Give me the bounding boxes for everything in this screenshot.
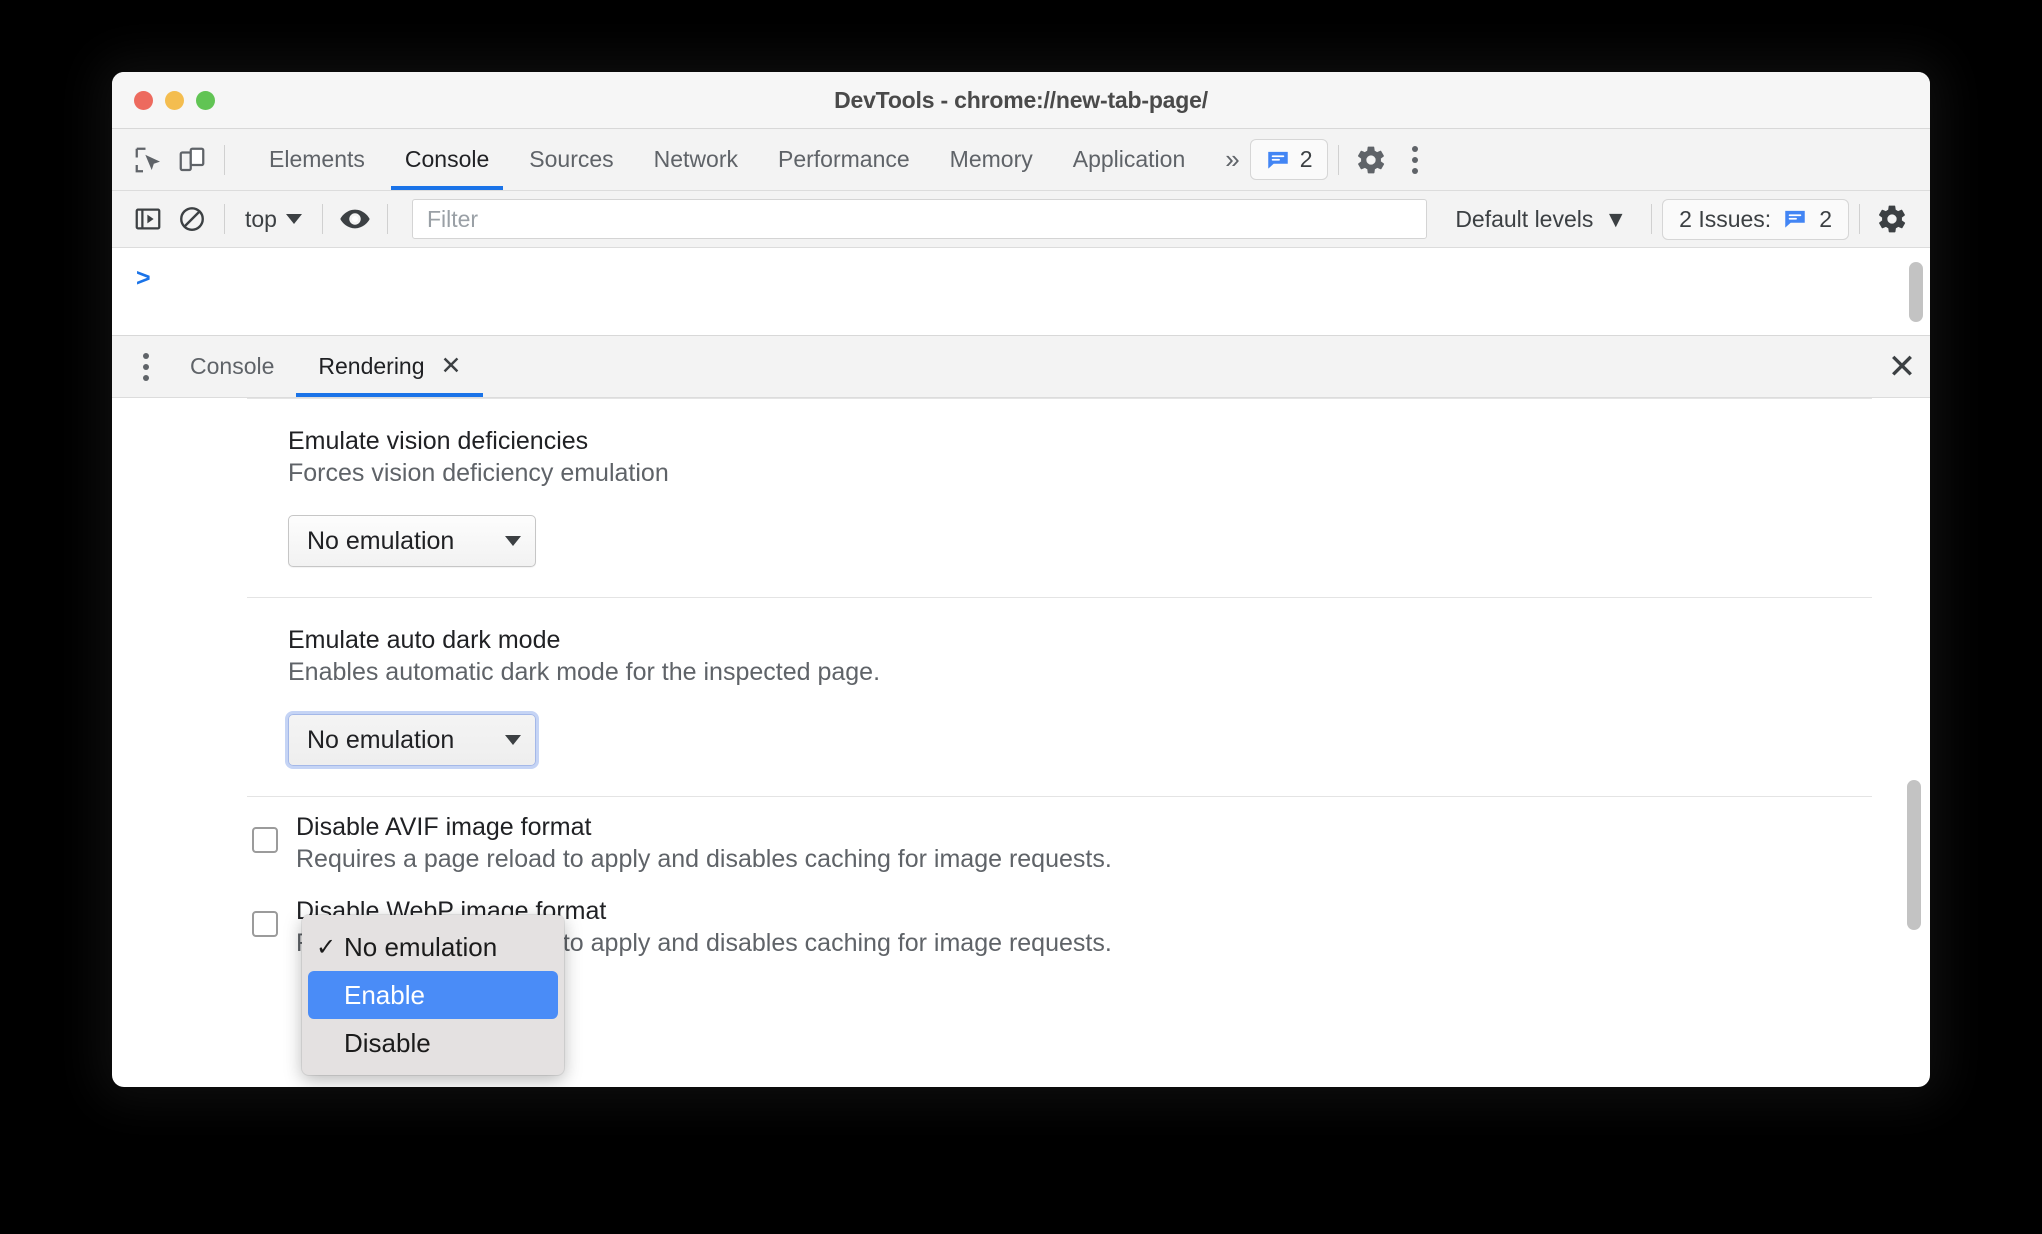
tab-label: Memory — [949, 146, 1033, 172]
tab-console[interactable]: Console — [385, 129, 509, 190]
setting-disable-avif-image-format[interactable]: Disable AVIF image format Requires a pag… — [112, 797, 1930, 875]
chevron-down-icon — [285, 214, 302, 224]
chevron-down-icon — [505, 536, 521, 546]
tab-memory[interactable]: Memory — [930, 129, 1053, 190]
setting-title: Emulate auto dark mode — [288, 626, 561, 654]
chevron-down-icon: ▼ — [1604, 205, 1628, 232]
tab-elements[interactable]: Elements — [249, 129, 385, 190]
select-value: No emulation — [307, 725, 455, 754]
drawer-tabbar: Console Rendering ✕ ✕ — [112, 336, 1930, 398]
tab-performance[interactable]: Performance — [758, 129, 930, 190]
menu-item-label: No emulation — [344, 931, 498, 962]
device-toolbar-icon[interactable] — [170, 138, 214, 182]
inspect-element-icon[interactable] — [126, 138, 170, 182]
window-title: DevTools - chrome://new-tab-page/ — [834, 86, 1208, 113]
chevron-down-icon — [505, 735, 521, 745]
drawer-tab-console[interactable]: Console — [168, 336, 296, 397]
devtools-main-tabbar: Elements Console Sources Network Perform… — [112, 129, 1930, 191]
auto-dark-mode-dropdown-menu[interactable]: ✓ No emulation Enable Disable — [302, 915, 564, 1075]
issues-badge-count: 2 — [1299, 146, 1313, 172]
close-drawer-button[interactable]: ✕ — [1874, 350, 1930, 384]
check-icon: ✓ — [316, 933, 337, 961]
console-toolbar: top Filter Default levels ▼ 2 Issues: 2 — [112, 191, 1930, 248]
console-prompt-icon: > — [136, 264, 151, 292]
setting-title: Emulate vision deficiencies — [288, 427, 589, 455]
tab-label: Performance — [778, 146, 910, 172]
issues-message-icon — [1267, 151, 1288, 169]
console-toolbar-divider-1 — [224, 204, 225, 234]
kebab-menu-icon[interactable] — [124, 352, 168, 381]
log-level-selector[interactable]: Default levels ▼ — [1441, 206, 1641, 233]
menu-item-no-emulation[interactable]: ✓ No emulation — [308, 923, 558, 971]
panel-tabs: Elements Console Sources Network Perform… — [249, 129, 1205, 190]
log-level-label: Default levels — [1455, 205, 1594, 232]
kebab-menu-icon[interactable] — [1393, 145, 1437, 174]
rendering-scrollbar-thumb[interactable] — [1907, 780, 1921, 930]
issues-message-icon — [1785, 210, 1805, 228]
tab-label: Application — [1072, 146, 1186, 172]
close-icon[interactable]: ✕ — [441, 354, 462, 379]
setting-description: Enables automatic dark mode for the insp… — [288, 658, 881, 686]
more-tabs-chevron-icon[interactable]: » — [1205, 144, 1249, 175]
tab-application[interactable]: Application — [1053, 129, 1206, 190]
setting-emulate-auto-dark-mode: Emulate auto dark mode Enables automatic… — [112, 598, 1930, 796]
eye-icon[interactable] — [333, 197, 377, 241]
console-toolbar-divider-4 — [1651, 204, 1653, 234]
menu-item-label: Disable — [344, 1027, 431, 1058]
tab-label: Elements — [269, 146, 365, 172]
menu-item-label: Enable — [344, 979, 425, 1010]
checkbox[interactable] — [252, 911, 278, 937]
drawer-tab-rendering[interactable]: Rendering ✕ — [296, 336, 484, 397]
tab-sources[interactable]: Sources — [509, 129, 633, 190]
drawer-tab-label: Rendering — [318, 353, 425, 379]
tab-network[interactable]: Network — [634, 129, 758, 190]
window-titlebar: DevTools - chrome://new-tab-page/ — [112, 72, 1930, 129]
toolbar-divider-2 — [1337, 144, 1339, 175]
console-sidebar-icon[interactable] — [126, 197, 170, 241]
execution-context-selector[interactable]: top — [235, 206, 312, 233]
setting-emulate-vision-deficiencies: Emulate vision deficiencies Forces visio… — [112, 399, 1930, 597]
console-output-area[interactable]: > — [112, 248, 1930, 336]
issues-badge-button[interactable]: 2 — [1249, 139, 1328, 180]
auto-dark-mode-select[interactable]: No emulation — [288, 714, 536, 766]
close-icon: ✕ — [1887, 347, 1917, 386]
clear-console-icon[interactable] — [170, 197, 214, 241]
devtools-window: DevTools - chrome://new-tab-page/ Elemen… — [112, 72, 1930, 1087]
issues-counter-count: 2 — [1819, 205, 1832, 232]
gear-icon[interactable] — [1349, 138, 1393, 182]
console-toolbar-divider-2 — [321, 204, 323, 234]
execution-context-value: top — [245, 205, 277, 232]
drawer-tab-label: Console — [190, 353, 275, 379]
select-value: No emulation — [307, 526, 455, 555]
console-toolbar-divider-5 — [1859, 204, 1860, 234]
rendering-scrollbar-track[interactable] — [1907, 410, 1921, 1048]
menu-item-enable[interactable]: Enable — [308, 971, 558, 1019]
gear-icon[interactable] — [1870, 197, 1914, 241]
console-scrollbar-thumb[interactable] — [1909, 262, 1923, 322]
tab-label: Console — [404, 146, 490, 172]
vision-deficiency-select[interactable]: No emulation — [288, 515, 536, 567]
setting-title: Disable AVIF image format — [296, 813, 592, 841]
console-filter-placeholder: Filter — [426, 205, 479, 232]
console-toolbar-divider-3 — [386, 204, 388, 234]
issues-counter-button[interactable]: 2 Issues: 2 — [1662, 198, 1849, 240]
toolbar-divider — [224, 144, 225, 175]
menu-item-disable[interactable]: Disable — [308, 1019, 558, 1067]
screenshot-root: DevTools - chrome://new-tab-page/ Elemen… — [0, 0, 2042, 1234]
tab-label: Sources — [529, 146, 614, 172]
setting-description: Requires a page reload to apply and disa… — [296, 845, 1112, 873]
checkbox[interactable] — [252, 827, 278, 853]
issues-counter-label: 2 Issues: — [1679, 205, 1772, 232]
tab-label: Network — [653, 146, 738, 172]
setting-description: Forces vision deficiency emulation — [288, 459, 669, 487]
console-filter-input[interactable]: Filter — [411, 199, 1428, 239]
